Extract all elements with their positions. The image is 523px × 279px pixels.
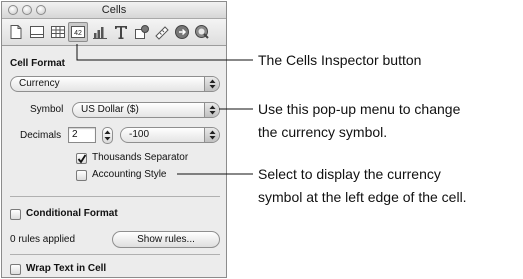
accounting-callout-line2: symbol at the left edge of the cell. [258, 189, 467, 205]
symbol-popup-callout-line2: the currency symbol. [258, 124, 388, 140]
cells-button-leader-line [76, 44, 253, 61]
symbol-popup-callout-line1: Use this pop-up menu to change [258, 101, 461, 117]
accounting-callout-line1: Select to display the currency [258, 166, 441, 182]
cells-button-callout: The Cells Inspector button [258, 52, 422, 68]
